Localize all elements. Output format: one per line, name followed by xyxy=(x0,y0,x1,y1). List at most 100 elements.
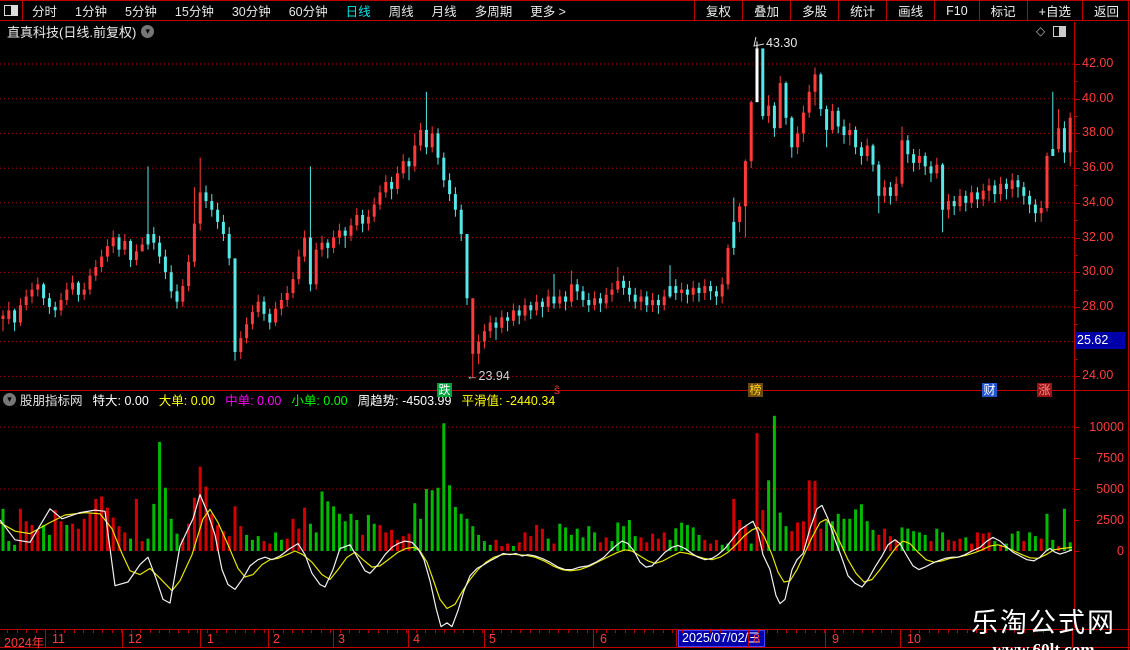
day-tick xyxy=(415,630,417,633)
month-label-2: 2 xyxy=(273,632,280,646)
tab-分时[interactable]: 分时 xyxy=(23,0,66,22)
marker-badge-榜[interactable]: 榜 xyxy=(748,383,763,397)
indicator-axis-label-10000: 10000 xyxy=(1089,420,1124,434)
indicator-axis-label-2500: 2500 xyxy=(1096,513,1124,527)
marker-badge-跌[interactable]: 跌 xyxy=(437,383,452,397)
day-tick xyxy=(273,630,274,633)
day-tick xyxy=(681,630,683,633)
day-tick xyxy=(520,630,521,633)
marker-badge-ŝ[interactable]: ŝ xyxy=(553,383,561,397)
window-right-edge xyxy=(1128,0,1129,650)
day-tick xyxy=(35,630,37,633)
day-tick xyxy=(434,630,436,633)
low-annotation: ←23.94 xyxy=(466,369,510,383)
tab-15分钟[interactable]: 15分钟 xyxy=(166,0,223,22)
toolbar-button-标记[interactable]: 标记 xyxy=(978,1,1027,20)
day-tick xyxy=(662,630,664,633)
day-tick xyxy=(919,630,920,633)
day-tick xyxy=(539,630,540,633)
tab-30分钟[interactable]: 30分钟 xyxy=(223,0,280,22)
tab-多周期[interactable]: 多周期 xyxy=(466,0,522,22)
chevron-down-icon[interactable]: ▾ xyxy=(141,24,155,38)
tab-日线[interactable]: 日线 xyxy=(337,0,380,22)
day-tick xyxy=(16,630,18,633)
chart-title-row[interactable]: 直真科技(日线.前复权) ▾ xyxy=(0,22,1074,40)
day-tick xyxy=(73,630,75,633)
day-tick xyxy=(292,630,293,633)
price-axis-label-36.00: 36.00 xyxy=(1082,160,1114,175)
price-chart-canvas[interactable] xyxy=(0,40,1075,390)
marker-badge-涨[interactable]: 涨 xyxy=(1037,383,1052,397)
month-label-12: 12 xyxy=(128,632,142,646)
toolbar-button-F10[interactable]: F10 xyxy=(934,1,979,20)
day-tick xyxy=(244,630,246,633)
toolbar-button-统计[interactable]: 统计 xyxy=(838,1,886,20)
day-tick xyxy=(54,630,56,633)
price-axis-label-24.00: 24.00 xyxy=(1082,368,1114,383)
indicator-axis-label-0: 0 xyxy=(1117,544,1124,558)
day-tick xyxy=(624,630,626,633)
month-tick xyxy=(484,630,485,647)
day-tick xyxy=(64,630,65,633)
day-tick xyxy=(966,630,968,633)
tab-月线[interactable]: 月线 xyxy=(423,0,466,22)
day-tick xyxy=(83,630,84,633)
split-pane-icon[interactable] xyxy=(1053,26,1067,38)
indicator-field-平滑值: 平滑值: -2440.34 xyxy=(461,394,556,408)
price-axis-label-38.00: 38.00 xyxy=(1082,125,1114,140)
tab-1分钟[interactable]: 1分钟 xyxy=(66,0,116,22)
day-tick xyxy=(729,630,730,633)
marker-badge-财[interactable]: 财 xyxy=(982,383,997,397)
tab-5分钟[interactable]: 5分钟 xyxy=(116,0,166,22)
tab-更多 >[interactable]: 更多 > xyxy=(521,0,575,22)
day-tick xyxy=(320,630,322,633)
day-tick xyxy=(453,630,455,633)
layout-toggle-icon[interactable] xyxy=(0,0,23,21)
month-label-5: 5 xyxy=(489,632,496,646)
day-tick xyxy=(738,630,740,633)
toolbar-button-+自选[interactable]: +自选 xyxy=(1026,1,1082,20)
title-right-icons: ◇ xyxy=(1036,24,1067,38)
watermark: 乐淘公式网 www.60lt.com xyxy=(971,601,1116,650)
day-tick xyxy=(691,630,692,633)
day-tick xyxy=(92,630,94,633)
day-tick xyxy=(330,630,331,633)
day-tick xyxy=(339,630,341,633)
day-tick xyxy=(548,630,550,633)
day-tick xyxy=(710,630,711,633)
day-tick xyxy=(130,630,132,633)
day-tick xyxy=(871,630,873,633)
day-tick xyxy=(159,630,160,633)
toolbar-button-返回[interactable]: 返回 xyxy=(1081,1,1130,20)
day-tick xyxy=(311,630,312,633)
watermark-url: www.60lt.com xyxy=(992,640,1095,650)
date-axis: 2024年 2025/07/02/三 11 12 1 2 3 4 5 6 8 9 10 xyxy=(0,629,1130,650)
month-label-9: 9 xyxy=(832,632,839,646)
day-tick xyxy=(463,630,464,633)
day-tick xyxy=(786,630,787,633)
toolbar-button-画线[interactable]: 画线 xyxy=(886,1,934,20)
day-tick xyxy=(235,630,236,633)
day-tick xyxy=(482,630,483,633)
year-label: 2024年 xyxy=(4,636,45,650)
month-tick xyxy=(825,630,826,647)
day-tick xyxy=(111,630,113,633)
toolbar-button-叠加[interactable]: 叠加 xyxy=(742,1,790,20)
day-tick xyxy=(862,630,863,633)
day-tick xyxy=(776,630,778,633)
day-tick xyxy=(349,630,350,633)
day-tick xyxy=(795,630,797,633)
day-tick xyxy=(767,630,768,633)
diamond-icon[interactable]: ◇ xyxy=(1036,24,1053,38)
tab-周线[interactable]: 周线 xyxy=(380,0,423,22)
indicator-chart-canvas[interactable] xyxy=(0,407,1075,628)
toolbar-button-复权[interactable]: 复权 xyxy=(694,1,742,20)
day-tick xyxy=(843,630,844,633)
toolbar-button-多股[interactable]: 多股 xyxy=(790,1,838,20)
tab-60分钟[interactable]: 60分钟 xyxy=(280,0,337,22)
collapse-indicator-icon[interactable]: ▾ xyxy=(3,393,16,406)
day-tick xyxy=(653,630,654,633)
day-tick xyxy=(254,630,255,633)
day-tick xyxy=(748,630,749,633)
day-tick xyxy=(7,630,8,633)
